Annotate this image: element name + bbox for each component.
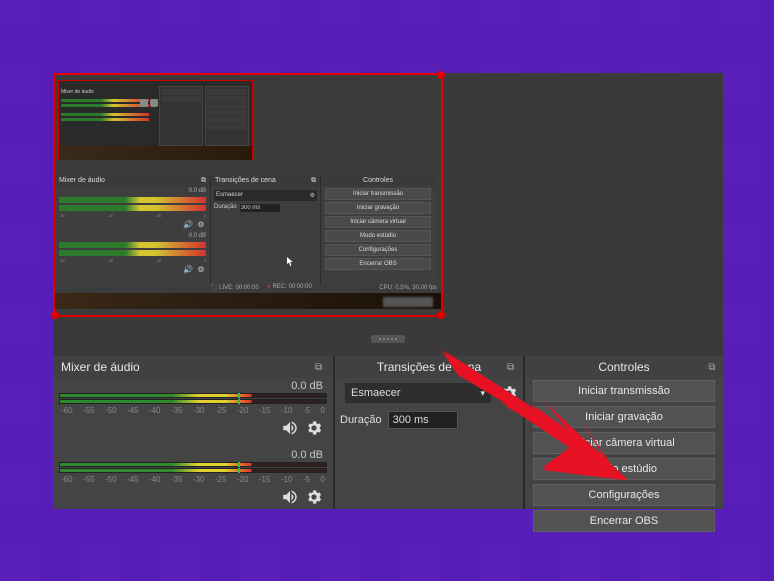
- med-mixer-title: Mixer de áudio: [59, 177, 105, 185]
- med-start-vcam-button[interactable]: Iniciar câmera virtual: [325, 216, 431, 228]
- speaker-icon[interactable]: [281, 488, 299, 506]
- audio-meter: [59, 399, 327, 404]
- db-readout: 0.0 dB: [59, 449, 327, 461]
- med-rec-status: REC: 00:00:00: [267, 284, 312, 291]
- audio-meter: [59, 462, 327, 467]
- mixer-title: Mixer de áudio: [61, 360, 140, 374]
- exit-obs-button[interactable]: Encerrar OBS: [533, 510, 715, 532]
- transitions-title: Transições de cena: [377, 360, 481, 374]
- meter-ticks: -60-55-50-45-40-35-30-25-20-15-10-50: [59, 406, 327, 415]
- start-virtual-camera-button[interactable]: Iniciar câmera virtual: [533, 432, 715, 454]
- resize-handle[interactable]: [51, 311, 59, 319]
- detach-icon[interactable]: ⧉: [315, 362, 325, 372]
- audio-meter: [59, 393, 327, 398]
- resize-handle[interactable]: [437, 311, 445, 319]
- start-streaming-button[interactable]: Iniciar transmissão: [533, 380, 715, 402]
- duration-label: Duração: [340, 414, 382, 426]
- gear-icon[interactable]: ⚙: [196, 265, 206, 275]
- med-audio-ctrl: 🔊⚙: [55, 263, 210, 277]
- scene-transitions-panel: Transições de cena ⧉ Esmaecer ▾ Duração: [333, 356, 523, 509]
- audio-source-2: 0.0 dB -60-55-50-45-40-35-30-25-20-15-10…: [53, 447, 333, 512]
- detach-icon[interactable]: ⧉: [507, 362, 517, 372]
- med-start-rec-button[interactable]: Iniciar gravação: [325, 202, 431, 214]
- med-audio-meter: [59, 250, 206, 256]
- med-settings-button[interactable]: Configurações: [325, 244, 431, 256]
- med-controls-panel: Controles Iniciar transmissão Iniciar gr…: [320, 175, 435, 285]
- gear-icon[interactable]: [500, 384, 518, 402]
- med-transition-select[interactable]: Esmaecer⚙: [214, 190, 317, 201]
- obs-window: Mixer de áudio CPU 0.5% 30 fps Mixer de …: [53, 73, 723, 509]
- resize-handle[interactable]: [437, 71, 445, 79]
- detach-icon[interactable]: ⧉: [707, 362, 717, 372]
- med-studio-button[interactable]: Modo estúdio: [325, 230, 431, 242]
- tiny-audio-meters: [61, 99, 149, 123]
- gear-icon[interactable]: [305, 488, 323, 506]
- studio-mode-button[interactable]: Modo estúdio: [533, 458, 715, 480]
- detach-icon[interactable]: ⧉: [311, 177, 316, 185]
- nested-obs-preview: Mixer de áudio CPU 0.5% 30 fps: [58, 80, 253, 160]
- blurred-region: [383, 297, 433, 307]
- med-exit-button[interactable]: Encerrar OBS: [325, 258, 431, 270]
- speaker-icon[interactable]: [281, 419, 299, 437]
- med-panels-row: Mixer de áudio⧉ 0.0 dB -60-40-200 🔊⚙ 0.0…: [55, 175, 441, 285]
- med-audio-meter: [59, 197, 206, 203]
- audio-meter: [59, 468, 327, 473]
- med-live-status: ⬛ LIVE: 00:00:00: [210, 284, 259, 291]
- med-duration-input[interactable]: [240, 204, 280, 212]
- speaker-icon[interactable]: 🔊: [183, 220, 193, 230]
- transition-select[interactable]: Esmaecer ▾: [345, 383, 491, 403]
- med-db-label: 0.0 dB: [55, 187, 210, 195]
- panel-resize-grip[interactable]: [371, 335, 405, 343]
- db-readout: 0.0 dB: [59, 380, 327, 392]
- meter-ticks: -60-55-50-45-40-35-30-25-20-15-10-50: [59, 475, 327, 484]
- gear-icon[interactable]: ⚙: [310, 192, 315, 199]
- med-start-stream-button[interactable]: Iniciar transmissão: [325, 188, 431, 200]
- med-controls-title: Controles: [321, 175, 435, 186]
- settings-button[interactable]: Configurações: [533, 484, 715, 506]
- tiny-audio-icons: [140, 99, 158, 107]
- med-db-label: 0.0 dB: [55, 232, 210, 240]
- speaker-icon[interactable]: 🔊: [183, 265, 193, 275]
- audio-source-1: 0.0 dB -60-55-50-45-40-35-30-25-20-15-10…: [53, 378, 333, 443]
- med-audio-meter: [59, 242, 206, 248]
- tiny-taskbar: [59, 146, 252, 160]
- med-statusbar: ⬛ LIVE: 00:00:00 REC: 00:00:00: [210, 284, 312, 291]
- controls-title: Controles: [533, 360, 715, 374]
- highlighted-preview-region: Mixer de áudio CPU 0.5% 30 fps Mixer de …: [53, 73, 443, 317]
- med-duration-row: Duração: [214, 204, 317, 212]
- med-mixer-panel: Mixer de áudio⧉ 0.0 dB -60-40-200 🔊⚙ 0.0…: [55, 175, 210, 285]
- tiny-mixer-label: Mixer de áudio: [61, 89, 94, 95]
- start-recording-button[interactable]: Iniciar gravação: [533, 406, 715, 428]
- med-trans-title: Transições de cena: [215, 177, 276, 185]
- controls-panel: Controles ⧉ Iniciar transmissão Iniciar …: [523, 356, 723, 509]
- med-audio-meter: [59, 205, 206, 211]
- med-audio-ctrl: 🔊⚙: [55, 218, 210, 232]
- duration-input[interactable]: [388, 411, 458, 429]
- med-transitions-panel: Transições de cena ⧉ Esmaecer⚙ Duração: [210, 175, 320, 285]
- gear-icon[interactable]: ⚙: [196, 220, 206, 230]
- gear-icon[interactable]: [305, 419, 323, 437]
- main-panels-row: Mixer de áudio ⧉ 0.0 dB -60-55-50-45-40-3…: [53, 356, 723, 509]
- tiny-panels: [159, 86, 249, 146]
- detach-icon[interactable]: ⧉: [201, 177, 206, 185]
- audio-mixer-panel: Mixer de áudio ⧉ 0.0 dB -60-55-50-45-40-3…: [53, 356, 333, 509]
- med-cpu-status: CPU: 0.5%, 30.00 fps: [379, 285, 437, 291]
- chevron-down-icon: ▾: [480, 388, 485, 399]
